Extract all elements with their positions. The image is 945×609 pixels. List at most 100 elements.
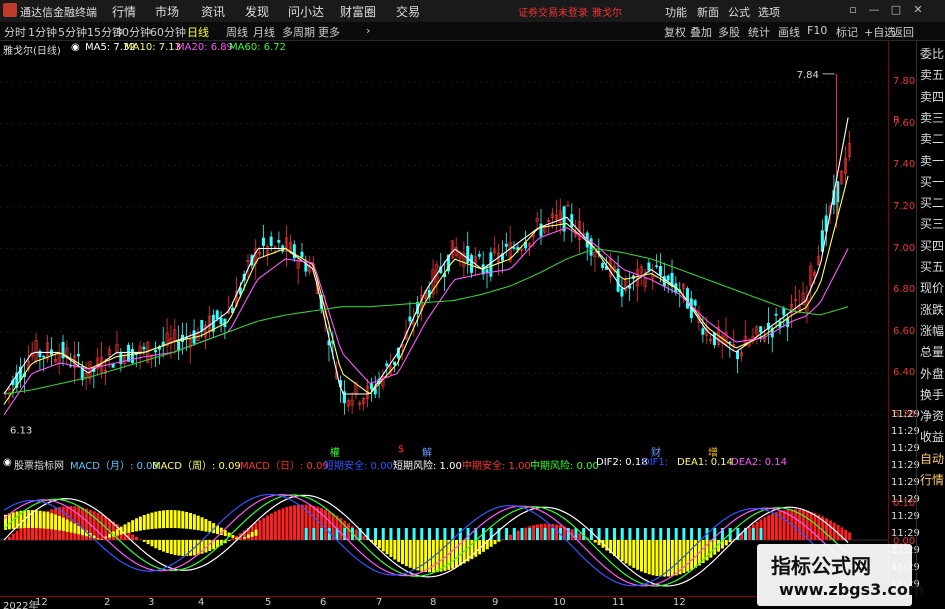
- macd-cyan-bar-164: [636, 528, 640, 540]
- candle-body-71: [277, 240, 281, 243]
- period-1[interactable]: 1分钟: [28, 24, 57, 40]
- tool-2[interactable]: 多股: [718, 24, 740, 40]
- macd-bar-59: [231, 538, 235, 540]
- macd-bar-104: [404, 540, 408, 567]
- candle-body-77: [300, 251, 304, 258]
- top-menu-0[interactable]: 功能: [665, 4, 687, 20]
- macd-bar-149: [578, 533, 582, 540]
- price-label-5: 6.80: [893, 284, 916, 296]
- candle-body-169: [655, 265, 659, 267]
- top-menu-1[interactable]: 新面: [697, 4, 719, 20]
- macd-indicator-chart[interactable]: [0, 456, 888, 596]
- candlestick-chart[interactable]: 7.84 6.13: [0, 41, 888, 455]
- tool-4[interactable]: 画线: [778, 24, 800, 40]
- restore-icon[interactable]: ▫: [845, 3, 861, 17]
- macd-bar-137: [532, 525, 536, 540]
- period-10[interactable]: 更多: [318, 24, 340, 40]
- menu-item-1[interactable]: 市场: [155, 3, 179, 20]
- quote-field-20[interactable]: 行情: [920, 471, 944, 488]
- macd-bar-166: [643, 540, 647, 574]
- top-menu-2[interactable]: 公式: [728, 4, 750, 20]
- macd-bar-195: [755, 521, 759, 540]
- event-marker-1[interactable]: $: [398, 444, 404, 455]
- macd-yellow-bar-40: [158, 510, 162, 529]
- candle-body-177: [685, 288, 689, 309]
- candle-body-28: [111, 363, 115, 368]
- macd-bar-164: [636, 540, 640, 570]
- date-label-8: 8: [430, 597, 437, 608]
- date-label-9: 9: [492, 597, 499, 608]
- more-chevron-icon[interactable]: ›: [366, 24, 370, 37]
- macd-bar-162: [628, 540, 632, 566]
- low-price-label: 6.13: [10, 425, 32, 436]
- period-7[interactable]: 周线: [226, 24, 248, 40]
- quote-field-19[interactable]: 自动: [920, 450, 944, 467]
- menu-item-4[interactable]: 问小达: [288, 3, 324, 20]
- macd-bar-202: [782, 510, 786, 540]
- maximize-icon[interactable]: □: [888, 3, 904, 17]
- macd-yellow-bar-49: [192, 514, 196, 530]
- macd-yellow-bar-52: [204, 519, 208, 532]
- candle-body-120: [466, 246, 470, 263]
- candle-body-190: [736, 351, 740, 360]
- period-0[interactable]: 分时: [4, 24, 26, 40]
- macd-bar-174: [674, 540, 678, 576]
- period-8[interactable]: 月线: [253, 24, 275, 40]
- tool-6[interactable]: 标记: [836, 24, 858, 40]
- macd-bar-131: [508, 534, 512, 540]
- ind-label-0: 0.10: [893, 498, 916, 509]
- candle-body-39: [154, 350, 158, 353]
- quote-field-0: 委比: [920, 47, 945, 61]
- period-4[interactable]: 30分钟: [115, 24, 151, 40]
- title-bar: 通达信金融终端 行情 市场 资讯 发现 问小达 财富圈 交易 证券交易未登录 雅戈尔 功能新…: [0, 0, 945, 23]
- macd-bar-97: [377, 540, 381, 549]
- menu-item-6[interactable]: 交易: [396, 3, 420, 20]
- menu-item-2[interactable]: 资讯: [201, 3, 225, 20]
- macd-bar-44: [173, 540, 177, 555]
- macd-yellow-bar-34: [135, 518, 139, 532]
- date-label-4: 4: [198, 597, 205, 608]
- menu-item-5[interactable]: 财富圈: [340, 3, 376, 20]
- macd-bar-200: [774, 512, 778, 540]
- tool-7[interactable]: +自选: [864, 24, 895, 40]
- tool-1[interactable]: 叠加: [690, 24, 712, 40]
- tool-3[interactable]: 统计: [748, 24, 770, 40]
- macd-bar-70: [273, 511, 277, 540]
- menu-item-3[interactable]: 发现: [245, 3, 269, 20]
- macd-yellow-bar-8: [34, 510, 38, 529]
- date-label-7: 7: [376, 597, 383, 608]
- login-warning[interactable]: 证券交易未登录: [518, 4, 588, 19]
- macd-bar-48: [189, 540, 193, 556]
- minimize-icon[interactable]: —: [866, 3, 882, 17]
- candle-body-67: [261, 237, 265, 246]
- candle-body-32: [127, 344, 131, 362]
- period-2[interactable]: 5分钟: [58, 24, 87, 40]
- price-axis: 7.80 7.60 7.40 7.20 7.00 6.80 6.60 6.40 6.20 11:…: [888, 41, 920, 596]
- top-menu-3[interactable]: 选项: [758, 4, 780, 20]
- high-price-label: 7.84: [797, 70, 819, 81]
- period-6[interactable]: 日线: [187, 24, 209, 40]
- macd-bar-99: [385, 540, 389, 555]
- macd-cyan-bar-168: [651, 528, 655, 540]
- tool-5[interactable]: F10: [807, 24, 827, 37]
- macd-yellow-bar-9: [38, 510, 42, 529]
- date-label-3: 3: [148, 597, 155, 608]
- ratio-r-label: R: [893, 115, 900, 126]
- menu-item-0[interactable]: 行情: [112, 3, 136, 20]
- period-5[interactable]: 60分钟: [150, 24, 186, 40]
- macd-yellow-bar-57: [223, 530, 227, 537]
- app-logo-icon: [3, 3, 17, 17]
- macd-yellow-bar-39: [154, 511, 158, 529]
- date-label-10: 10: [553, 597, 566, 608]
- period-9[interactable]: 多周期: [282, 24, 315, 40]
- close-icon[interactable]: ✕: [910, 3, 926, 17]
- price-label-2: 7.40: [893, 159, 916, 171]
- tool-8[interactable]: 返回: [892, 24, 914, 40]
- quote-field-9: 买四: [920, 238, 945, 253]
- quote-field-2: 卖四: [920, 89, 945, 104]
- candle-body-130: [504, 243, 508, 247]
- macd-yellow-bar-51: [200, 517, 204, 531]
- macd-bar-188: [728, 540, 732, 543]
- date-label-0: 2022年: [3, 601, 39, 609]
- tool-0[interactable]: 复权: [664, 24, 686, 40]
